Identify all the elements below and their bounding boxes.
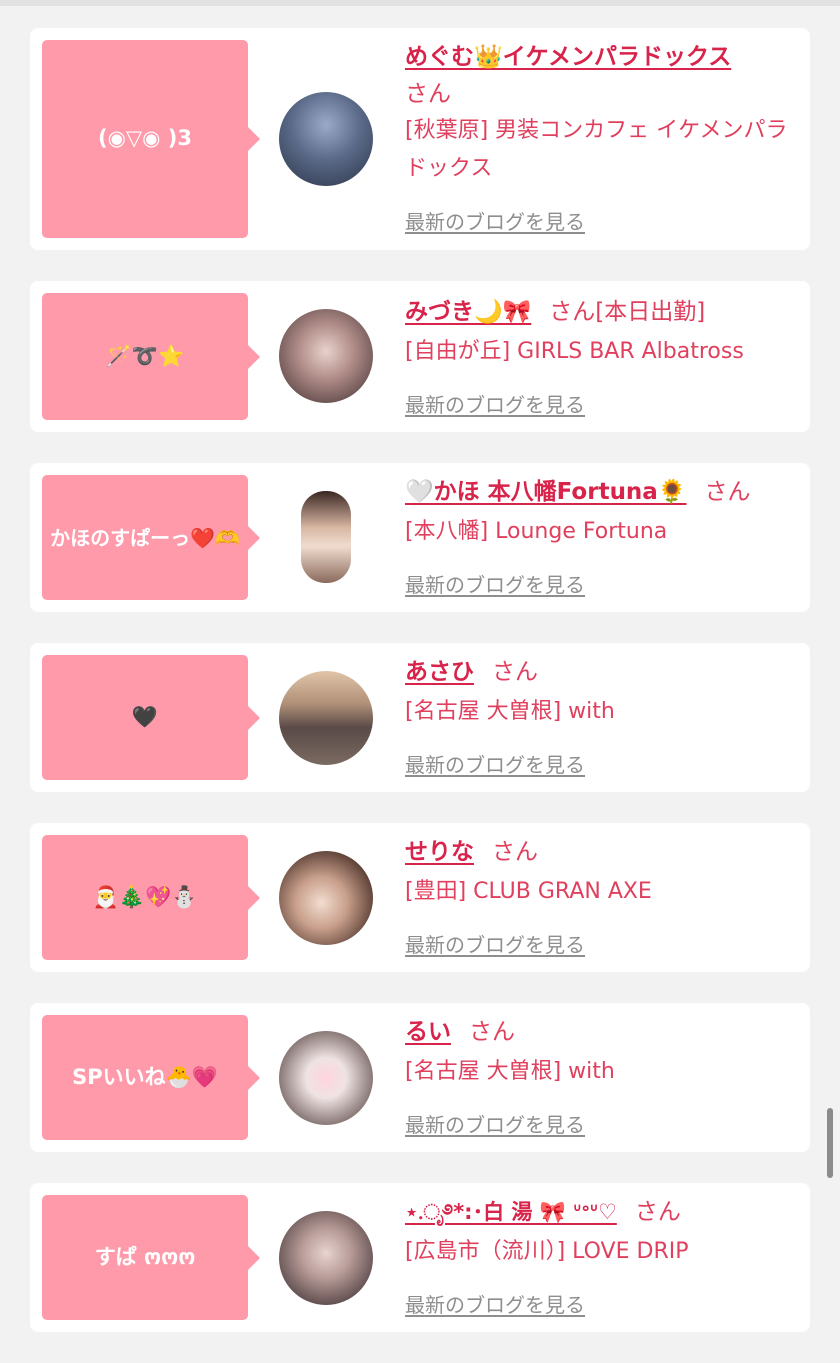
latest-blog-link[interactable]: 最新のブログを見る: [405, 389, 585, 418]
user-name-link[interactable]: せりな: [405, 839, 474, 865]
latest-blog-link[interactable]: 最新のブログを見る: [405, 1289, 585, 1318]
list-item: SPいいね🐣💗 るい さん [名古屋 大曽根] with 最新のブログを見る: [30, 1003, 810, 1152]
comment-bubble: 🖤: [42, 655, 260, 780]
latest-blog-link[interactable]: 最新のブログを見る: [405, 929, 585, 958]
honorific: さん: [469, 1019, 515, 1045]
list-item: かほのすぱーっ❤️🫶 🤍かほ 本八幡Fortuna🌻 さん [本八幡] Loung…: [30, 463, 810, 612]
list-item: (◉▽◉ )3 めぐむ👑イケメンパラドックス さん [秋葉原] 男装コンカフェ …: [30, 28, 810, 250]
user-name-link[interactable]: るい: [405, 1019, 451, 1045]
comment-bubble: SPいいね🐣💗: [42, 1015, 260, 1140]
comment-bubble: (◉▽◉ )3: [42, 40, 260, 238]
list-item: 🪄➰⭐ みづき🌙🎀 さん[本日出勤] [自由が丘] GIRLS BAR Albat…: [30, 281, 810, 432]
avatar[interactable]: [279, 92, 373, 186]
user-name-link[interactable]: みづき🌙🎀: [405, 299, 531, 325]
list-item: 🖤 あさひ さん [名古屋 大曽根] with 最新のブログを見る: [30, 643, 810, 792]
shop-name: [自由が丘] GIRLS BAR Albatross: [405, 339, 744, 364]
honorific: さん: [704, 479, 751, 505]
comment-bubble: かほのすぱーっ❤️🫶: [42, 475, 260, 600]
avatar[interactable]: [279, 1031, 373, 1125]
top-edge: [0, 0, 840, 6]
blog-list: (◉▽◉ )3 めぐむ👑イケメンパラドックス さん [秋葉原] 男装コンカフェ …: [30, 28, 810, 1363]
latest-blog-link[interactable]: 最新のブログを見る: [405, 1109, 585, 1138]
latest-blog-link[interactable]: 最新のブログを見る: [405, 569, 585, 598]
honorific: さん[本日出勤]: [549, 299, 706, 325]
avatar[interactable]: [301, 491, 351, 583]
shop-name: [広島市（流川）] LOVE DRIP: [405, 1239, 689, 1264]
shop-name: [秋葉原] 男装コンカフェ イケメンパラドックス: [405, 118, 788, 181]
comment-bubble: すぱ ოოო: [42, 1195, 260, 1320]
honorific: さん: [492, 839, 538, 865]
avatar[interactable]: [279, 1211, 373, 1305]
avatar[interactable]: [279, 309, 373, 403]
shop-name: [名古屋 大曽根] with: [405, 1059, 615, 1084]
shop-name: [名古屋 大曽根] with: [405, 699, 615, 724]
honorific: さん: [634, 1199, 681, 1225]
honorific: さん: [405, 81, 451, 107]
latest-blog-link[interactable]: 最新のブログを見る: [405, 206, 585, 235]
shop-name: [本八幡] Lounge Fortuna: [405, 519, 668, 544]
comment-bubble: 🎅🎄💖⛄: [42, 835, 260, 960]
list-item: すぱ ოოო ⋆.ೃ࿔*:･白 湯 🎀 ᐡᐤᐡ♡ さん [広島市（流川）] LOV…: [30, 1183, 810, 1332]
avatar[interactable]: [279, 851, 373, 945]
scrollbar-thumb[interactable]: [827, 1108, 833, 1178]
comment-bubble: 🪄➰⭐: [42, 293, 260, 420]
honorific: さん: [492, 659, 538, 685]
user-name-link[interactable]: 🤍かほ 本八幡Fortuna🌻: [405, 479, 686, 505]
avatar[interactable]: [279, 671, 373, 765]
user-name-link[interactable]: ⋆.ೃ࿔*:･白 湯 🎀 ᐡᐤᐡ♡: [405, 1200, 617, 1224]
list-item: 🎅🎄💖⛄ せりな さん [豊田] CLUB GRAN AXE 最新のブログを見る: [30, 823, 810, 972]
shop-name: [豊田] CLUB GRAN AXE: [405, 879, 652, 904]
user-name-link[interactable]: あさひ: [405, 659, 474, 685]
user-name-link[interactable]: めぐむ👑イケメンパラドックス: [405, 44, 731, 70]
latest-blog-link[interactable]: 最新のブログを見る: [405, 749, 585, 778]
